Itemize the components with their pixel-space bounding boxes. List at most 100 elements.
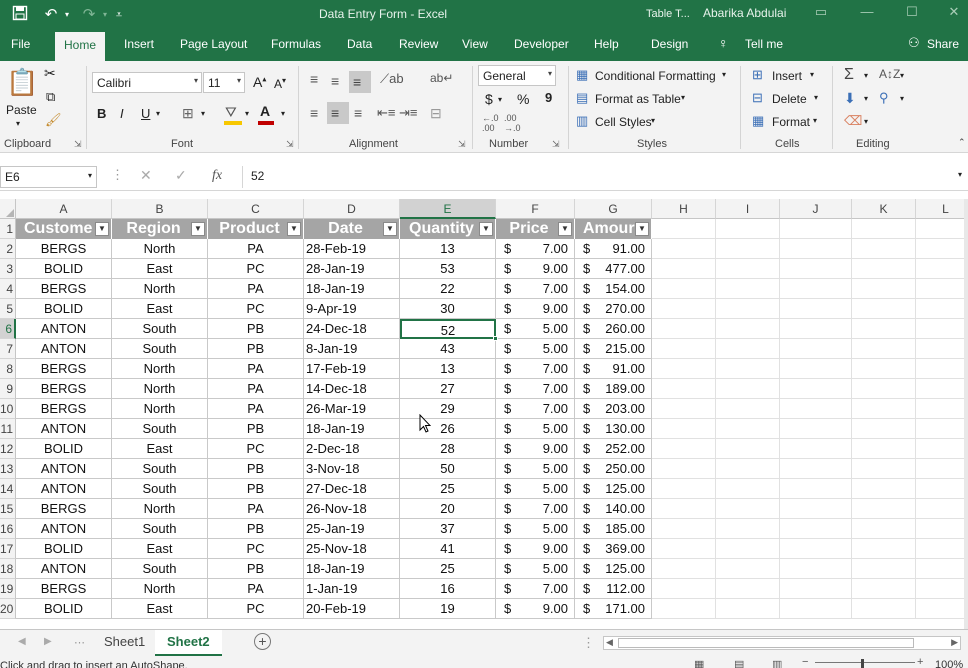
wrap-text-icon[interactable]: ab↵ <box>430 71 453 85</box>
tab-developer[interactable]: Developer <box>514 37 569 51</box>
table-cell[interactable]: $7.00 <box>496 359 575 379</box>
table-cell[interactable]: PC <box>208 439 304 459</box>
table-cell[interactable]: $130.00 <box>575 419 652 439</box>
table-cell[interactable]: ANTON <box>16 339 112 359</box>
conditional-dropdown-icon[interactable]: ▾ <box>722 70 726 79</box>
empty-cell[interactable] <box>852 379 916 399</box>
table-cell[interactable]: PA <box>208 279 304 299</box>
cell-styles-dropdown-icon[interactable]: ▾ <box>651 116 655 125</box>
empty-cell[interactable] <box>652 419 716 439</box>
clear-icon[interactable]: ⌫ <box>844 113 862 129</box>
empty-cell[interactable] <box>852 219 916 239</box>
table-cell[interactable]: North <box>112 379 208 399</box>
bottom-align-button[interactable]: ≡ <box>349 71 371 93</box>
normal-view-icon[interactable]: ▦ <box>694 658 704 668</box>
table-cell[interactable]: 30 <box>400 299 496 319</box>
table-cell[interactable]: $477.00 <box>575 259 652 279</box>
zoom-in-icon[interactable]: + <box>917 656 923 668</box>
row-header-5[interactable]: 5 <box>0 299 16 319</box>
number-launcher-icon[interactable]: ⇲ <box>552 139 560 150</box>
empty-cell[interactable] <box>716 439 780 459</box>
table-cell[interactable]: 3-Nov-18 <box>304 459 400 479</box>
table-cell[interactable]: 16 <box>400 579 496 599</box>
table-cell[interactable]: $9.00 <box>496 299 575 319</box>
empty-cell[interactable] <box>916 339 964 359</box>
table-cell[interactable]: 29 <box>400 399 496 419</box>
empty-cell[interactable] <box>716 539 780 559</box>
table-header-cell[interactable]: Custome ▼ <box>16 219 112 239</box>
empty-cell[interactable] <box>852 319 916 339</box>
tab-data[interactable]: Data <box>347 37 372 51</box>
align-left-icon[interactable]: ≡ <box>310 105 318 121</box>
font-color-icon[interactable]: A <box>260 103 270 119</box>
tab-design[interactable]: Design <box>651 37 688 51</box>
conditional-formatting-button[interactable]: Conditional Formatting <box>595 69 716 83</box>
tab-page-layout[interactable]: Page Layout <box>180 37 247 51</box>
spreadsheet-grid[interactable]: A B C D E F G H I J K L 1 2 3 4 5 6 7 8 9 10 11 12 13 14 15 16 17 18 1… <box>0 199 964 629</box>
empty-cell[interactable] <box>716 359 780 379</box>
table-cell[interactable]: South <box>112 479 208 499</box>
table-cell[interactable]: PB <box>208 519 304 539</box>
customize-icon[interactable]: ⩡ <box>112 5 126 25</box>
empty-cell[interactable] <box>716 519 780 539</box>
empty-cell[interactable] <box>916 239 964 259</box>
font-size-box[interactable]: 11 ▾ <box>203 72 245 93</box>
table-cell[interactable]: 24-Dec-18 <box>304 319 400 339</box>
page-layout-view-icon[interactable]: ▤ <box>734 658 744 668</box>
name-box-dropdown-icon[interactable]: ▾ <box>88 171 92 180</box>
insert-dropdown-icon[interactable]: ▾ <box>810 70 814 79</box>
filter-dropdown-icon[interactable]: ▼ <box>383 222 397 236</box>
table-cell[interactable]: $154.00 <box>575 279 652 299</box>
column-header-f[interactable]: F <box>496 199 575 219</box>
empty-cell[interactable] <box>652 279 716 299</box>
fill-handle[interactable] <box>493 336 498 341</box>
fill-icon[interactable]: ⬇ <box>844 90 856 107</box>
table-cell[interactable]: BERGS <box>16 579 112 599</box>
empty-cell[interactable] <box>652 579 716 599</box>
empty-cell[interactable] <box>916 559 964 579</box>
empty-cell[interactable] <box>716 599 780 619</box>
table-cell[interactable]: $5.00 <box>496 519 575 539</box>
name-box[interactable]: E6 ▾ <box>0 166 97 188</box>
currency-dropdown-icon[interactable]: ▾ <box>498 95 502 104</box>
table-cell[interactable]: 14-Dec-18 <box>304 379 400 399</box>
cut-icon[interactable]: ✂ <box>44 65 56 82</box>
empty-cell[interactable] <box>780 479 852 499</box>
empty-cell[interactable] <box>780 519 852 539</box>
empty-cell[interactable] <box>852 239 916 259</box>
empty-cell[interactable] <box>652 479 716 499</box>
table-cell[interactable]: PA <box>208 499 304 519</box>
table-cell[interactable]: 37 <box>400 519 496 539</box>
table-cell[interactable]: 43 <box>400 339 496 359</box>
sort-filter-icon[interactable]: A↕Z <box>879 67 900 81</box>
empty-cell[interactable] <box>780 419 852 439</box>
table-cell[interactable]: BOLID <box>16 439 112 459</box>
empty-cell[interactable] <box>780 339 852 359</box>
table-header-cell[interactable]: Price ▼ <box>496 219 575 239</box>
empty-cell[interactable] <box>780 359 852 379</box>
orientation-icon[interactable]: ⟋ab <box>380 71 404 87</box>
empty-cell[interactable] <box>652 399 716 419</box>
table-cell[interactable]: $5.00 <box>496 319 575 339</box>
copy-icon[interactable]: ⧉ <box>46 89 55 105</box>
empty-cell[interactable] <box>916 399 964 419</box>
tell-me-field[interactable]: Tell me <box>745 37 783 51</box>
table-cell[interactable]: $7.00 <box>496 279 575 299</box>
fill-color-icon[interactable]: ⛛ <box>225 104 237 121</box>
table-cell[interactable]: PA <box>208 399 304 419</box>
tab-formulas[interactable]: Formulas <box>271 37 321 51</box>
ribbon-display-icon[interactable]: ▭ <box>810 4 832 24</box>
table-cell[interactable]: East <box>112 259 208 279</box>
row-header-1[interactable]: 1 <box>0 219 16 239</box>
borders-icon[interactable]: ⊞ <box>182 105 194 122</box>
table-cell[interactable]: BERGS <box>16 499 112 519</box>
table-cell[interactable]: $125.00 <box>575 479 652 499</box>
table-cell[interactable]: PA <box>208 579 304 599</box>
table-cell[interactable]: 27-Dec-18 <box>304 479 400 499</box>
empty-cell[interactable] <box>916 499 964 519</box>
font-color-dropdown-icon[interactable]: ▾ <box>281 109 285 118</box>
empty-cell[interactable] <box>916 519 964 539</box>
save-icon[interactable] <box>10 5 30 27</box>
table-cell[interactable]: ANTON <box>16 519 112 539</box>
table-cell[interactable]: 13 <box>400 239 496 259</box>
